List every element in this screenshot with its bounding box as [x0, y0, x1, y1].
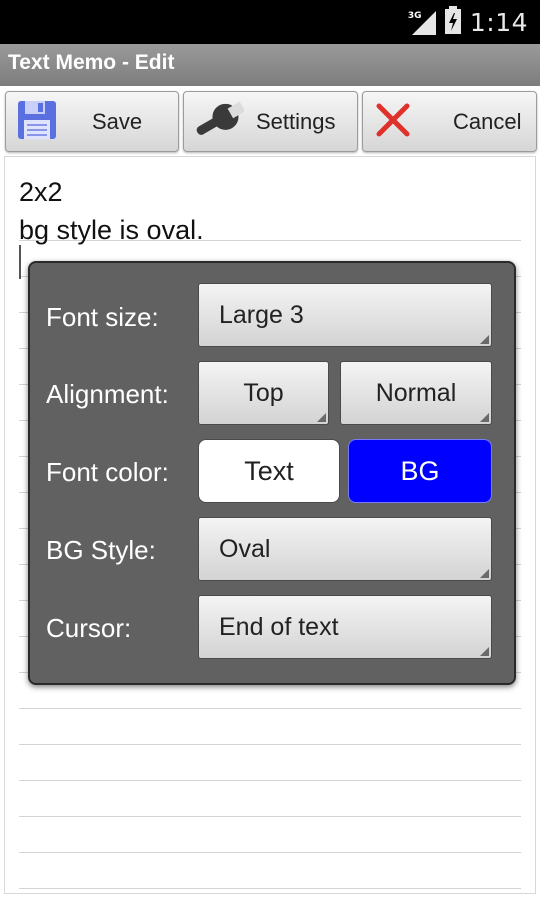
text-color-label: Text — [244, 455, 294, 486]
network-type-label: 3G — [407, 11, 422, 21]
font-size-select[interactable]: Large 3 — [198, 283, 492, 347]
memo-line: bg style is oval. — [19, 215, 204, 245]
bg-style-value: Oval — [219, 534, 271, 563]
toolbar: Save Settings Cancel — [0, 86, 540, 156]
cancel-button-label: Cancel — [453, 108, 522, 134]
save-button[interactable]: Save — [5, 91, 179, 152]
battery-icon — [444, 6, 462, 38]
wrench-icon — [192, 99, 246, 145]
bg-color-label: BG — [400, 455, 440, 486]
title-bar: Text Memo - Edit — [0, 44, 540, 87]
bg-color-button[interactable]: BG — [348, 439, 492, 503]
horizontal-alignment-select[interactable]: Normal — [340, 361, 492, 425]
cursor-position-select[interactable]: End of text — [198, 595, 492, 659]
settings-dialog: Font size: Large 3 Alignment: Top Normal… — [28, 261, 516, 685]
bg-style-select[interactable]: Oval — [198, 517, 492, 581]
alignment-label: Alignment: — [46, 379, 169, 409]
settings-button-label: Settings — [256, 108, 336, 134]
memo-text: 2x2 bg style is oval. — [19, 173, 204, 249]
bg-style-label: BG Style: — [46, 535, 156, 565]
cancel-button[interactable]: Cancel — [362, 91, 537, 152]
cursor-position-value: End of text — [219, 612, 339, 641]
floppy-disk-icon — [16, 99, 58, 145]
vertical-alignment-value: Top — [243, 378, 284, 407]
close-icon — [375, 102, 411, 142]
font-size-value: Large 3 — [219, 300, 304, 329]
font-size-label: Font size: — [46, 302, 159, 332]
status-icons: 3G 1:14 — [408, 0, 528, 44]
signal-icon: 3G — [408, 9, 436, 35]
font-color-label: Font color: — [46, 457, 169, 487]
status-bar: 3G 1:14 — [0, 0, 540, 44]
memo-line: 2x2 — [19, 177, 63, 207]
app-title: Text Memo - Edit — [8, 51, 175, 74]
cursor-label: Cursor: — [46, 613, 132, 643]
text-cursor — [19, 245, 21, 279]
save-button-label: Save — [92, 108, 143, 134]
status-time: 1:14 — [469, 7, 528, 37]
settings-button[interactable]: Settings — [183, 91, 358, 152]
horizontal-alignment-value: Normal — [375, 378, 457, 407]
text-color-button[interactable]: Text — [198, 439, 340, 503]
vertical-alignment-select[interactable]: Top — [198, 361, 329, 425]
